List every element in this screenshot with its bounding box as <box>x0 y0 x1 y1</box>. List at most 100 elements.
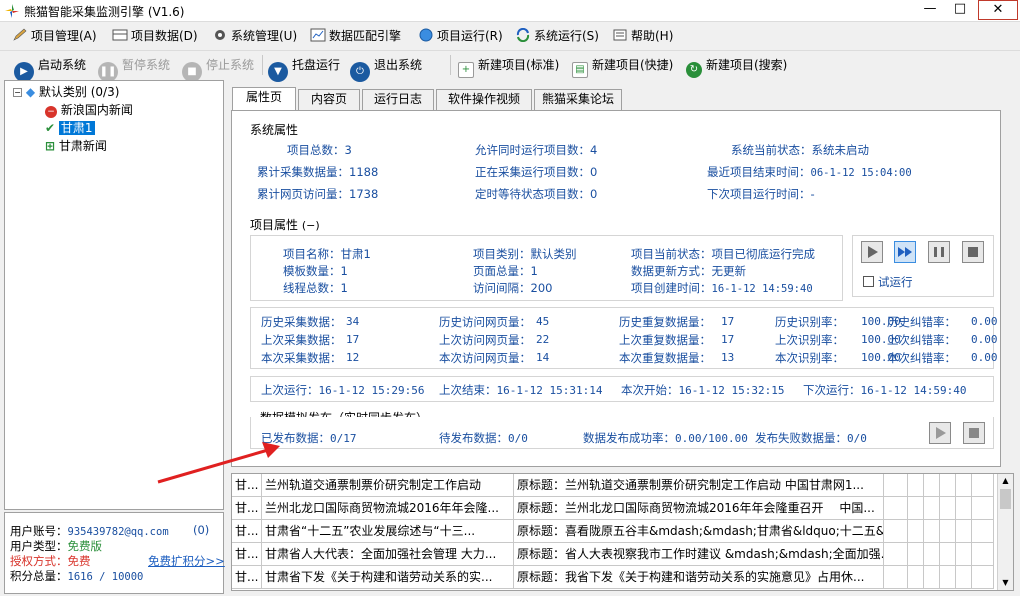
run-project-button[interactable] <box>861 241 883 263</box>
menu-project-manage[interactable]: 项目管理(A) <box>12 27 97 45</box>
stop-system-button[interactable]: ■ 停止系统 <box>182 53 254 82</box>
table-cell[interactable]: 甘... <box>232 566 262 589</box>
stat-label: 历史采集数据： <box>261 315 342 329</box>
start-system-button[interactable]: ▶ 启动系统 <box>14 53 86 82</box>
fast-forward-button[interactable] <box>894 241 916 263</box>
menu-match-engine[interactable]: 数据匹配引擎 <box>310 27 401 45</box>
table-cell[interactable] <box>940 566 956 589</box>
grid-scrollbar[interactable]: ▲ ▼ <box>997 474 1013 590</box>
account-label: 用户账号： <box>10 524 68 538</box>
tab-run-log[interactable]: 运行日志 <box>362 89 434 110</box>
table-cell[interactable]: 兰州北龙口国际商贸物流城2016年年会隆... <box>262 497 514 520</box>
table-cell[interactable] <box>956 497 972 520</box>
table-cell[interactable]: 甘肃省“十二五”农业发展综述与“十三... <box>262 520 514 543</box>
project-collapse-button[interactable]: (−) <box>302 219 320 232</box>
collapse-icon[interactable]: − <box>13 88 22 97</box>
table-cell[interactable] <box>908 497 924 520</box>
table-cell[interactable] <box>908 474 924 497</box>
table-row[interactable]: 甘... 甘肃省下发《关于构建和谐劳动关系的实... 原标题：我省下发《关于构建和谐… <box>232 566 994 589</box>
table-cell[interactable] <box>940 543 956 566</box>
table-cell[interactable] <box>924 497 940 520</box>
scroll-thumb[interactable] <box>1000 489 1011 509</box>
table-cell[interactable]: 甘... <box>232 474 262 497</box>
tree-item-sina[interactable]: − 新浪国内新闻 <box>45 101 133 118</box>
minimize-button[interactable]: — <box>916 0 944 20</box>
close-button[interactable]: ✕ <box>978 0 1018 20</box>
pause-project-button[interactable] <box>928 241 950 263</box>
table-cell[interactable]: 原标题：兰州轨道交通票制票价研究制定工作启动 中国甘肃网1... <box>514 474 884 497</box>
table-cell[interactable]: 甘肃省下发《关于构建和谐劳动关系的实... <box>262 566 514 589</box>
scroll-up-icon[interactable]: ▲ <box>999 474 1012 488</box>
table-cell[interactable] <box>884 543 908 566</box>
table-cell[interactable]: 原标题：兰州北龙口国际商贸物流城2016年年会隆重召开 中国... <box>514 497 884 520</box>
table-cell[interactable] <box>972 520 994 543</box>
menu-project-run[interactable]: 项目运行(R) <box>418 27 503 45</box>
stop-project-button[interactable] <box>962 241 984 263</box>
table-cell[interactable]: 甘... <box>232 497 262 520</box>
table-cell[interactable]: 兰州轨道交通票制票价研究制定工作启动 <box>262 474 514 497</box>
table-cell[interactable]: 甘... <box>232 543 262 566</box>
refresh-icon <box>516 28 530 42</box>
stat-value: 45 <box>536 315 550 328</box>
tree-item-gansu1[interactable]: ✔ 甘肃1 <box>45 119 95 136</box>
table-cell[interactable] <box>884 474 908 497</box>
table-cell[interactable] <box>908 520 924 543</box>
table-cell[interactable]: 甘... <box>232 520 262 543</box>
tree-item-gansu-news[interactable]: ⊞ 甘肃新闻 <box>45 137 107 154</box>
new-project-standard-button[interactable]: + 新建项目(标准) <box>458 53 559 78</box>
tab-properties[interactable]: 属性页 <box>232 87 296 110</box>
table-cell[interactable]: 原标题：省人大表视察我市工作时建议 &mdash;&mdash;全面加强... <box>514 543 884 566</box>
table-cell[interactable] <box>908 566 924 589</box>
table-cell[interactable] <box>940 520 956 543</box>
tree-root[interactable]: − ◆ 默认类别 (0/3) <box>13 83 119 100</box>
publish-play-button[interactable] <box>929 422 951 444</box>
table-cell[interactable] <box>924 520 940 543</box>
table-cell[interactable] <box>924 474 940 497</box>
menu-help[interactable]: 帮助(H) <box>612 27 673 45</box>
button-label: 新建项目(搜索) <box>706 58 788 72</box>
menu-system-run[interactable]: 系统运行(S) <box>515 27 599 45</box>
table-cell[interactable] <box>908 543 924 566</box>
table-cell[interactable] <box>884 497 908 520</box>
table-row[interactable]: 甘... 兰州轨道交通票制票价研究制定工作启动 原标题：兰州轨道交通票制票价研究制定… <box>232 474 994 497</box>
table-cell[interactable] <box>924 543 940 566</box>
stat-value: 22 <box>536 333 550 346</box>
table-row[interactable]: 甘... 兰州北龙口国际商贸物流城2016年年会隆... 原标题：兰州北龙口国际商贸… <box>232 497 994 520</box>
table-cell[interactable] <box>956 474 972 497</box>
menu-project-data[interactable]: 项目数据(D) <box>112 27 198 45</box>
publish-fail: 发布失败数据量：0/0 <box>755 431 867 445</box>
new-project-fast-button[interactable]: ▤ 新建项目(快捷) <box>572 53 673 78</box>
new-project-search-button[interactable]: ↻ 新建项目(搜索) <box>686 53 788 78</box>
table-cell[interactable] <box>884 566 908 589</box>
publish-stop-button[interactable] <box>963 422 985 444</box>
table-cell[interactable] <box>924 566 940 589</box>
table-row[interactable]: 甘... 甘肃省人大代表：全面加强社会管理 大力... 原标题：省人大表视察我市工作… <box>232 543 994 566</box>
tab-content[interactable]: 内容页 <box>298 89 360 110</box>
table-cell[interactable] <box>956 566 972 589</box>
tray-run-button[interactable]: ▼ 托盘运行 <box>268 53 340 82</box>
checkbox-box[interactable] <box>863 276 874 287</box>
expand-points-link[interactable]: 免费扩积分>> <box>148 553 225 569</box>
last-run: 上次运行：16-1-12 15:29:56 <box>261 383 425 397</box>
maximize-button[interactable]: □ <box>946 0 974 20</box>
table-row[interactable]: 甘... 甘肃省“十二五”农业发展综述与“十三... 原标题：喜看陇原五谷丰&mda… <box>232 520 994 543</box>
table-cell[interactable]: 原标题：我省下发《关于构建和谐劳动关系的实施意见》占用休... <box>514 566 884 589</box>
pause-system-button[interactable]: ❚❚ 暂停系统 <box>98 53 170 82</box>
exit-system-button[interactable]: ⏻ 退出系统 <box>350 53 422 82</box>
menu-system-manage[interactable]: 系统管理(U) <box>212 27 297 45</box>
tab-videos[interactable]: 软件操作视频 <box>436 89 532 110</box>
table-cell[interactable] <box>972 497 994 520</box>
table-cell[interactable] <box>884 520 908 543</box>
table-cell[interactable] <box>940 497 956 520</box>
table-cell[interactable] <box>940 474 956 497</box>
table-cell[interactable]: 甘肃省人大代表：全面加强社会管理 大力... <box>262 543 514 566</box>
table-cell[interactable]: 原标题：喜看陇原五谷丰&mdash;&mdash;甘肃省&ldquo;十二五&r… <box>514 520 884 543</box>
table-cell[interactable] <box>972 566 994 589</box>
table-cell[interactable] <box>972 474 994 497</box>
table-cell[interactable] <box>956 543 972 566</box>
tab-forum[interactable]: 熊猫采集论坛 <box>534 89 622 110</box>
table-cell[interactable] <box>956 520 972 543</box>
trial-run-checkbox[interactable]: 试运行 <box>863 274 913 290</box>
table-cell[interactable] <box>972 543 994 566</box>
scroll-down-icon[interactable]: ▼ <box>999 576 1012 590</box>
